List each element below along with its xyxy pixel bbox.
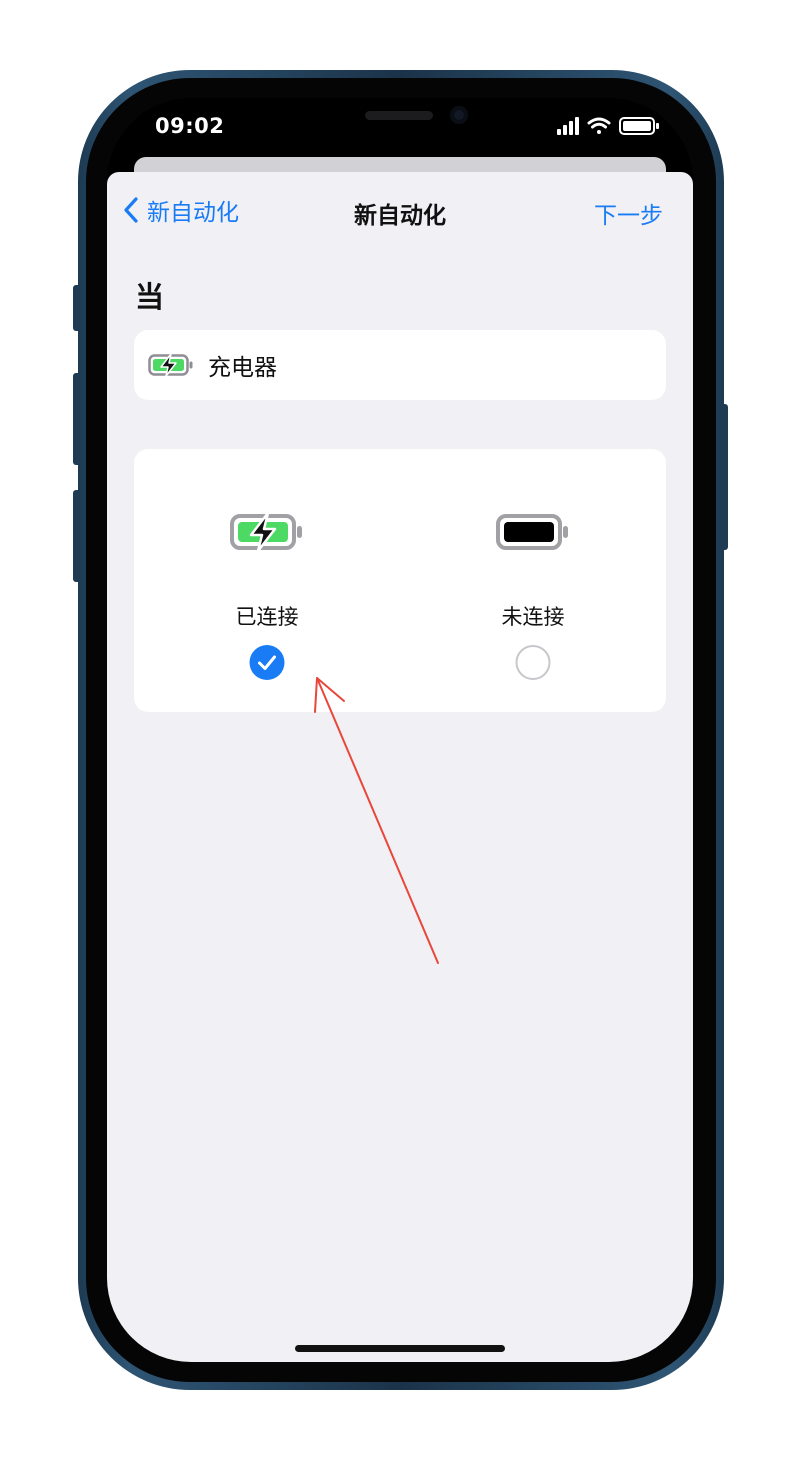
option-connected[interactable]: 已连接 (134, 449, 400, 712)
battery-charging-icon (230, 513, 302, 551)
radio-connected[interactable] (249, 645, 285, 680)
automation-sheet: 新自动化 新自动化 下一步 当 充电器 已连接 未连接 (107, 172, 693, 1362)
home-indicator (295, 1345, 505, 1352)
front-camera (450, 106, 468, 124)
silent-switch (73, 285, 81, 331)
volume-up-button (73, 373, 81, 465)
option-disconnected[interactable]: 未连接 (400, 449, 666, 712)
cellular-signal-icon (557, 117, 579, 135)
checkmark-icon (258, 655, 276, 670)
wifi-icon (587, 117, 611, 134)
next-button[interactable]: 下一步 (594, 196, 663, 230)
trigger-label: 充电器 (208, 355, 277, 381)
phone-screen: 09:02 新自动化 新自动化 下一步 当 充电器 已连接 未连接 (107, 98, 693, 1362)
radio-disconnected[interactable] (515, 645, 551, 680)
status-icons (557, 116, 663, 136)
option-disconnected-label: 未连接 (501, 605, 565, 629)
connection-options: 已连接 未连接 (134, 449, 666, 712)
battery-icon (619, 117, 659, 135)
volume-down-button (73, 490, 81, 582)
battery-charging-icon (148, 353, 193, 377)
trigger-row[interactable]: 充电器 (134, 330, 666, 400)
battery-full-icon (496, 514, 568, 550)
power-button (720, 404, 728, 550)
section-title-when: 当 (135, 280, 165, 314)
status-time: 09:02 (155, 114, 225, 138)
option-connected-label: 已连接 (235, 605, 299, 629)
earpiece-speaker (365, 111, 433, 120)
